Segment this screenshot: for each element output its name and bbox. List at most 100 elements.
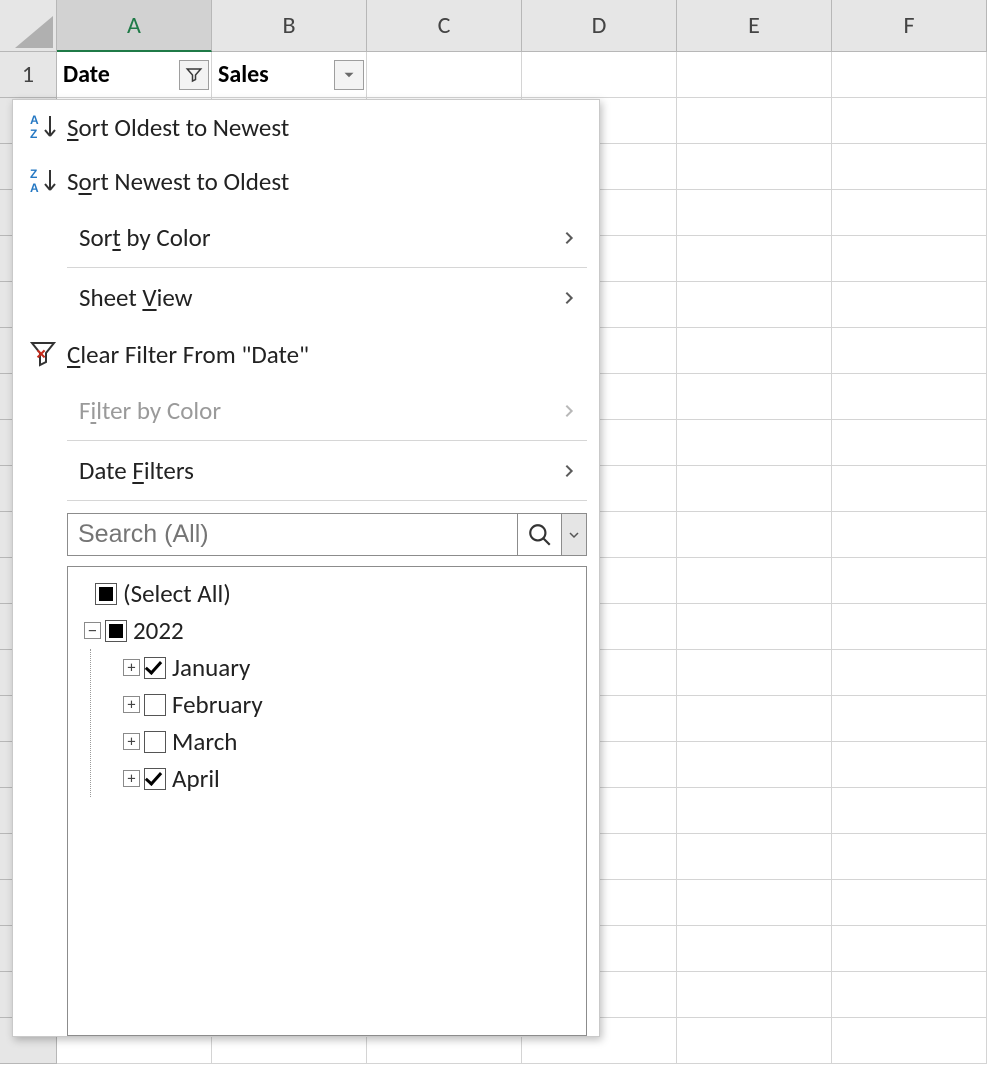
blank-cell[interactable] bbox=[677, 466, 832, 512]
cell-A1[interactable]: Date bbox=[57, 52, 212, 98]
cell-F1[interactable] bbox=[832, 52, 987, 98]
tree-month[interactable]: + March bbox=[91, 723, 580, 760]
blank-cell[interactable] bbox=[677, 236, 832, 282]
blank-cell[interactable] bbox=[677, 972, 832, 1018]
blank-cell[interactable] bbox=[832, 328, 987, 374]
cell-B1[interactable]: Sales bbox=[212, 52, 367, 98]
blank-cell[interactable] bbox=[832, 98, 987, 144]
checkbox-month[interactable] bbox=[144, 657, 166, 679]
blank-cell[interactable] bbox=[832, 190, 987, 236]
blank-cell[interactable] bbox=[832, 144, 987, 190]
blank-cell[interactable] bbox=[677, 742, 832, 788]
expand-month-icon[interactable]: + bbox=[123, 770, 140, 787]
blank-cell[interactable] bbox=[832, 696, 987, 742]
blank-cell[interactable] bbox=[832, 742, 987, 788]
blank-cell[interactable] bbox=[832, 972, 987, 1018]
checkbox-month[interactable] bbox=[144, 731, 166, 753]
blank-cell[interactable] bbox=[677, 512, 832, 558]
tree-month[interactable]: + January bbox=[91, 649, 580, 686]
sort-newest-to-oldest[interactable]: Z A Sort Newest to Oldest bbox=[13, 154, 599, 208]
blank-cell[interactable] bbox=[832, 880, 987, 926]
blank-cell[interactable] bbox=[832, 236, 987, 282]
column-header-F[interactable]: F bbox=[832, 0, 987, 52]
blank-cell[interactable] bbox=[677, 604, 832, 650]
clear-filter[interactable]: Clear Filter From "Date" bbox=[13, 327, 599, 381]
blank-cell[interactable] bbox=[832, 558, 987, 604]
blank-cell[interactable] bbox=[677, 558, 832, 604]
blank-cell[interactable] bbox=[677, 98, 832, 144]
expand-month-icon[interactable]: + bbox=[123, 696, 140, 713]
filter-search-input[interactable] bbox=[67, 513, 517, 556]
column-header-D[interactable]: D bbox=[522, 0, 677, 52]
column-header-A[interactable]: A bbox=[57, 0, 212, 52]
date-filters-label: Date Filters bbox=[79, 455, 561, 486]
expand-month-icon[interactable]: + bbox=[123, 733, 140, 750]
blank-cell[interactable] bbox=[832, 650, 987, 696]
filter-by-color: Filter by Color bbox=[67, 381, 587, 441]
tree-month[interactable]: +April bbox=[91, 760, 580, 797]
sort-oldest-to-newest[interactable]: A Z Sort Oldest to Newest bbox=[13, 100, 599, 154]
clear-filter-label: Clear Filter From "Date" bbox=[67, 339, 591, 370]
select-all-corner[interactable] bbox=[0, 0, 57, 52]
clear-filter-icon bbox=[21, 338, 67, 370]
blank-cell[interactable] bbox=[677, 834, 832, 880]
blank-cell[interactable] bbox=[677, 420, 832, 466]
cell-D1[interactable] bbox=[522, 52, 677, 98]
blank-cell[interactable] bbox=[677, 374, 832, 420]
row-1: 1 Date Sales bbox=[0, 52, 998, 98]
blank-cell[interactable] bbox=[832, 374, 987, 420]
tree-month-label: March bbox=[172, 726, 237, 757]
tree-select-all[interactable]: (Select All) bbox=[74, 575, 580, 612]
blank-cell[interactable] bbox=[832, 282, 987, 328]
checkbox-select-all[interactable] bbox=[95, 583, 117, 605]
blank-cell[interactable] bbox=[677, 328, 832, 374]
checkbox-month[interactable] bbox=[144, 694, 166, 716]
blank-cell[interactable] bbox=[832, 512, 987, 558]
row-header-1[interactable]: 1 bbox=[0, 52, 57, 98]
blank-cell[interactable] bbox=[832, 926, 987, 972]
blank-cell[interactable] bbox=[677, 190, 832, 236]
column-header-E[interactable]: E bbox=[677, 0, 832, 52]
filter-button-B[interactable] bbox=[334, 60, 364, 90]
blank-cell[interactable] bbox=[677, 880, 832, 926]
date-filters[interactable]: Date Filters bbox=[67, 441, 587, 501]
filter-button-A[interactable] bbox=[179, 60, 209, 90]
header-label-sales: Sales bbox=[218, 60, 269, 89]
blank-cell[interactable] bbox=[832, 1018, 987, 1064]
tree-months: +January+February+March+April bbox=[90, 649, 580, 797]
sort-asc-icon: A Z bbox=[21, 111, 67, 143]
blank-cell[interactable] bbox=[832, 420, 987, 466]
collapse-year-icon[interactable]: − bbox=[84, 622, 101, 639]
column-header-row: A B C D E F bbox=[0, 0, 998, 52]
sheet-view[interactable]: Sheet View bbox=[67, 268, 587, 327]
search-icon bbox=[527, 522, 553, 548]
sort-desc-label: Sort Newest to Oldest bbox=[67, 166, 591, 197]
cell-C1[interactable] bbox=[367, 52, 522, 98]
filter-search-button[interactable] bbox=[517, 513, 561, 556]
cell-E1[interactable] bbox=[677, 52, 832, 98]
blank-cell[interactable] bbox=[832, 466, 987, 512]
blank-cell[interactable] bbox=[832, 834, 987, 880]
blank-cell[interactable] bbox=[677, 788, 832, 834]
blank-cell[interactable] bbox=[832, 788, 987, 834]
blank-cell[interactable] bbox=[677, 696, 832, 742]
checkbox-month[interactable] bbox=[144, 768, 166, 790]
sort-by-color[interactable]: Sort by Color bbox=[67, 208, 587, 268]
filter-search-mode-toggle[interactable] bbox=[561, 513, 587, 556]
blank-cell[interactable] bbox=[677, 144, 832, 190]
filter-value-tree[interactable]: (Select All) − 2022 +January+February+Ma… bbox=[67, 566, 587, 1036]
column-header-B[interactable]: B bbox=[212, 0, 367, 52]
blank-cell[interactable] bbox=[677, 650, 832, 696]
blank-cell[interactable] bbox=[832, 604, 987, 650]
blank-cell[interactable] bbox=[677, 926, 832, 972]
column-header-C[interactable]: C bbox=[367, 0, 522, 52]
checkbox-year-2022[interactable] bbox=[105, 620, 127, 642]
expand-month-icon[interactable]: + bbox=[123, 659, 140, 676]
tree-year-2022[interactable]: − 2022 bbox=[74, 612, 580, 649]
tree-month-label: January bbox=[172, 652, 250, 683]
blank-cell[interactable] bbox=[677, 1018, 832, 1064]
svg-text:Z: Z bbox=[30, 127, 37, 141]
filter-by-color-label: Filter by Color bbox=[79, 395, 561, 426]
blank-cell[interactable] bbox=[677, 282, 832, 328]
tree-month[interactable]: +February bbox=[91, 686, 580, 723]
